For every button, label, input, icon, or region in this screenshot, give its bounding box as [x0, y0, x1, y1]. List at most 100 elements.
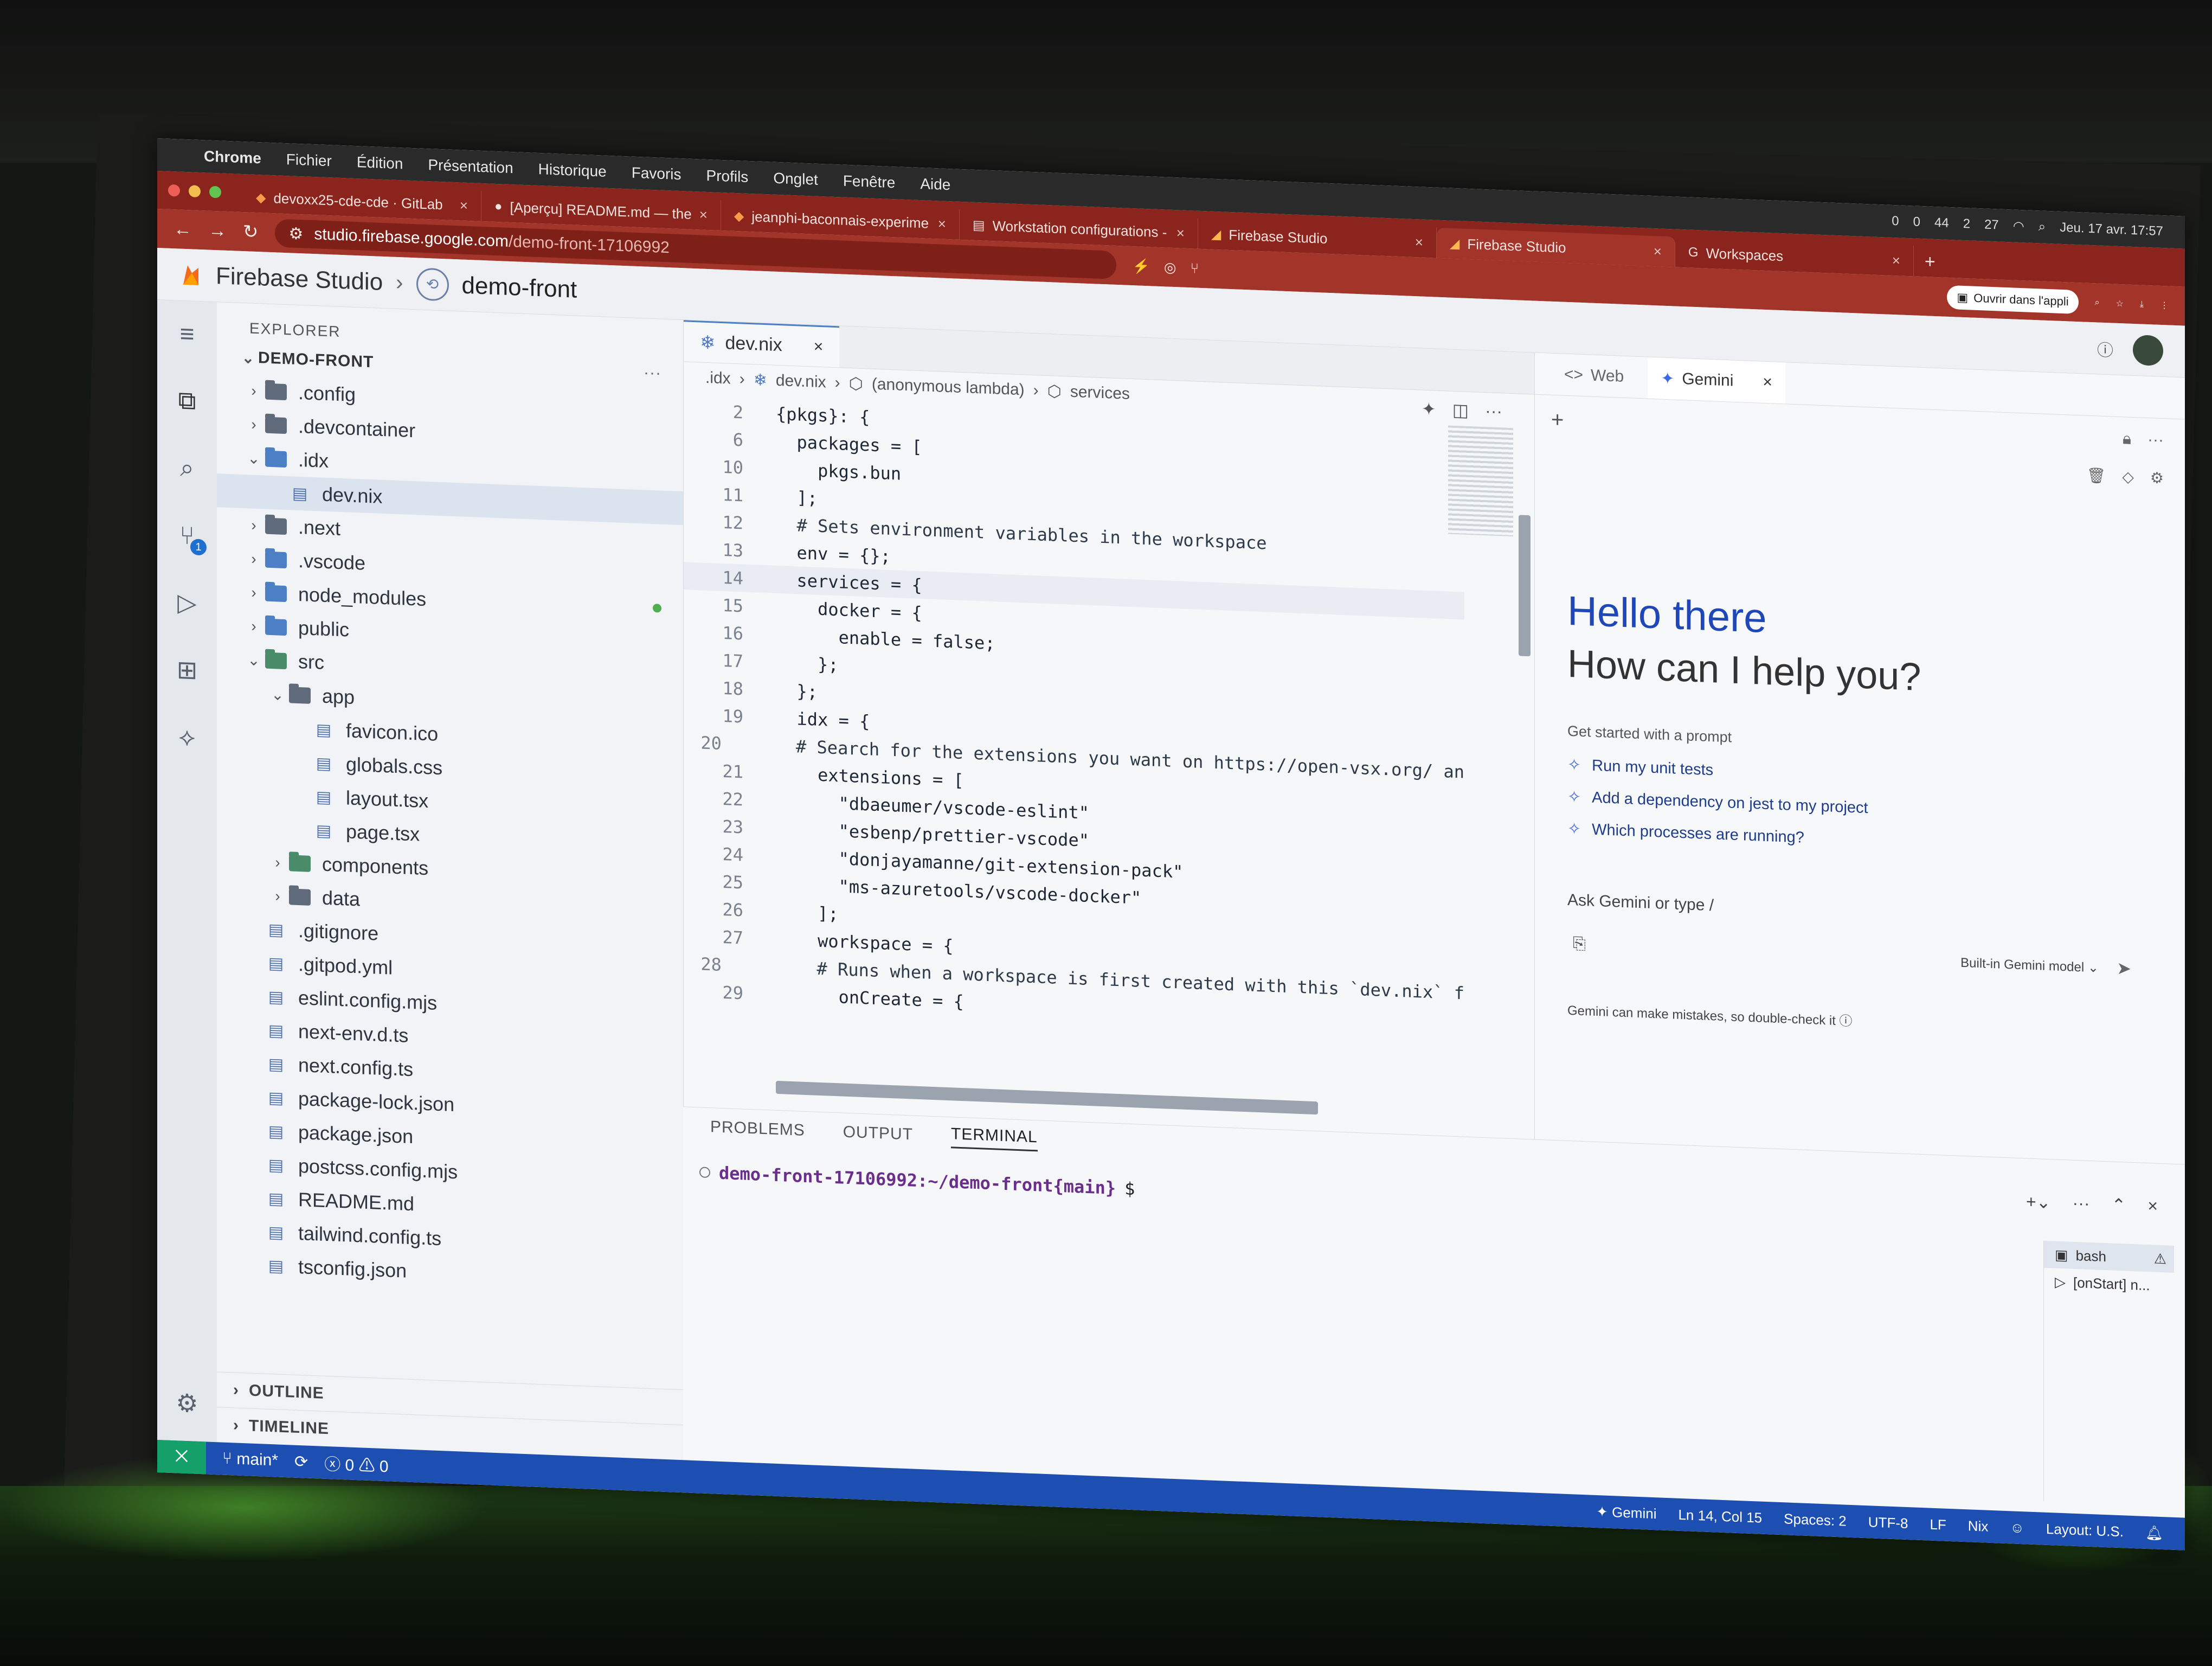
tab-problems[interactable]: PROBLEMS [710, 1118, 805, 1140]
menu-item-onglet[interactable]: Onglet [773, 170, 818, 189]
breadcrumb-item[interactable]: .idx [705, 369, 731, 388]
breadcrumb-item[interactable]: (anonymous lambda) [872, 375, 1025, 400]
indicator-4[interactable]: 27 [1984, 217, 1999, 233]
prompt-suggestion[interactable]: ✧ Which processes are running? [1567, 819, 1868, 850]
encoding[interactable]: UTF-8 [1868, 1514, 1908, 1532]
back-icon[interactable]: ← [173, 219, 192, 240]
menu-app-name[interactable]: Chrome [204, 148, 261, 167]
kebab-menu-icon[interactable]: ⋮ [2160, 300, 2169, 311]
zoom-window-button[interactable] [209, 185, 221, 198]
menu-item-favoris[interactable]: Favoris [632, 164, 681, 184]
extension-icon[interactable]: ⑂ [1191, 260, 1199, 277]
app-title[interactable]: Firebase Studio [216, 262, 383, 296]
gemini-input[interactable]: Ask Gemini or type / ⎘ Built-in Gemini m… [1567, 891, 2142, 1005]
lock-icon[interactable]: 🔒︎ [2123, 430, 2131, 448]
more-actions-icon[interactable]: ··· [2073, 1193, 2090, 1214]
indicator-1[interactable]: 0 [1913, 214, 1920, 230]
indicator-2[interactable]: 44 [1934, 215, 1949, 231]
menu-item-profils[interactable]: Profils [706, 167, 749, 186]
run-debug-icon[interactable]: ▷ [171, 586, 203, 619]
more-actions-icon[interactable]: ··· [1485, 401, 1502, 422]
close-icon[interactable]: × [699, 206, 708, 223]
bookmark-star-icon[interactable]: ☆ [2116, 298, 2124, 310]
maximize-panel-icon[interactable]: ⌃ [2112, 1194, 2126, 1215]
editor-tab-dev-nix[interactable]: ❄ dev.nix × [684, 320, 840, 368]
send-icon[interactable]: ➤ [2117, 958, 2131, 979]
tab-web[interactable]: <> Web [1551, 354, 1637, 398]
close-icon[interactable]: × [1763, 373, 1772, 392]
menu-item-fenetre[interactable]: Fenêtre [843, 172, 896, 192]
project-name[interactable]: demo-front [462, 272, 577, 303]
problems-indicator[interactable]: ⓧ 0 ⚠ 0 [324, 1451, 388, 1477]
reload-icon[interactable]: ↻ [243, 221, 259, 243]
menu-item-edition[interactable]: Édition [357, 153, 403, 172]
close-window-button[interactable] [168, 184, 180, 197]
info-icon[interactable]: ⓘ [1840, 1014, 1853, 1029]
branch-indicator[interactable]: ⑂ main* [222, 1450, 278, 1470]
close-icon[interactable]: × [938, 215, 946, 233]
prompt-suggestion[interactable]: ✧ Add a dependency on jest to my project [1567, 787, 1868, 818]
new-tab-button[interactable]: + [1914, 246, 1946, 277]
menu-item-presentation[interactable]: Présentation [428, 156, 513, 177]
gemini-input-placeholder[interactable]: Ask Gemini or type / [1567, 891, 1714, 914]
vertical-scrollbar[interactable] [1519, 515, 1531, 657]
forward-icon[interactable]: → [208, 220, 227, 241]
search-icon[interactable]: ⌕ [2039, 219, 2046, 235]
close-icon[interactable]: × [2147, 1196, 2158, 1217]
terminal-prompt-line[interactable]: demo-front-17106992:~/demo-front{main} $ [699, 1162, 1135, 1199]
tab-terminal[interactable]: TERMINAL [951, 1124, 1038, 1151]
menubar-clock[interactable]: Jeu. 17 avr. 17:57 [2060, 220, 2163, 239]
tab-gemini[interactable]: ✦ Gemini × [1648, 357, 1785, 404]
model-selector[interactable]: Built-in Gemini model ⌄ [1960, 955, 2099, 976]
site-settings-icon[interactable]: ⚙ [289, 224, 304, 244]
trash-icon[interactable]: 🗑︎ [2087, 466, 2106, 485]
menu-item-aide[interactable]: Aide [920, 175, 950, 194]
code-lines[interactable]: 2 {pkgs}: {6 packages = [10 pkgs.bun 11 ];… [684, 396, 1464, 1034]
sync-icon[interactable]: ⟳ [294, 1452, 308, 1471]
attach-icon[interactable]: ⎘ [1573, 934, 1586, 953]
extensions-icon[interactable]: ⊞ [171, 653, 203, 687]
indentation[interactable]: Spaces: 2 [1784, 1510, 1847, 1529]
firebase-icon[interactable]: ⟡ [171, 720, 203, 754]
minimap[interactable] [1448, 425, 1513, 537]
explorer-icon[interactable]: ⧉ [171, 384, 203, 418]
bell-icon[interactable]: 🔔︎ [2145, 1524, 2163, 1541]
close-icon[interactable]: × [1415, 234, 1423, 251]
source-control-icon[interactable]: ⑂ 1 [171, 518, 207, 556]
menu-item-historique[interactable]: Historique [538, 161, 607, 181]
indicator-0[interactable]: 0 [1892, 213, 1899, 229]
language-mode[interactable]: Nix [1968, 1517, 1989, 1535]
download-icon[interactable]: ⤓ [2140, 299, 2144, 309]
close-icon[interactable]: × [1892, 252, 1900, 269]
remote-indicator-icon[interactable]: ⨉ [157, 1440, 206, 1475]
close-icon[interactable]: × [1176, 225, 1185, 242]
breadcrumb-item[interactable]: dev.nix [776, 371, 826, 392]
breadcrumb-item[interactable]: services [1070, 383, 1130, 403]
tab-output[interactable]: OUTPUT [843, 1123, 913, 1144]
prompt-suggestion[interactable]: ✧ Run my unit tests [1567, 755, 1868, 786]
extension-icon[interactable]: ⚡ [1133, 258, 1150, 275]
new-terminal-icon[interactable]: +⌄ [2026, 1191, 2051, 1213]
close-icon[interactable]: × [460, 197, 468, 214]
search-icon[interactable]: ⌕ [171, 451, 203, 485]
keyboard-layout[interactable]: Layout: U.S. [2046, 1520, 2124, 1540]
zoom-icon[interactable]: ⌕ [2095, 298, 2100, 307]
close-icon[interactable]: × [814, 337, 824, 356]
sparkle-icon[interactable]: ✦ [1422, 399, 1436, 420]
help-icon[interactable]: ⓘ [2097, 336, 2113, 361]
indicator-3[interactable]: 2 [1963, 216, 1970, 232]
terminal-item[interactable]: ▷ [onStart] n... [2044, 1268, 2174, 1300]
gear-icon[interactable]: ⚙ [2150, 469, 2164, 487]
cursor-position[interactable]: Ln 14, Col 15 [1678, 1506, 1762, 1526]
end-of-line[interactable]: LF [1930, 1516, 1946, 1533]
minimize-window-button[interactable] [189, 185, 201, 198]
menu-icon[interactable]: ≡ [171, 317, 203, 350]
new-chat-button[interactable]: + [1551, 408, 1564, 433]
more-actions-icon[interactable]: ··· [2147, 431, 2164, 450]
horizontal-scrollbar[interactable] [776, 1080, 1318, 1115]
eraser-icon[interactable]: ◇ [2122, 467, 2134, 486]
split-editor-icon[interactable]: ◫ [1452, 400, 1469, 421]
open-in-app-button[interactable]: ▣ Ouvrir dans l'appli [1947, 285, 2079, 315]
avatar[interactable] [2133, 334, 2163, 366]
menu-item-fichier[interactable]: Fichier [286, 151, 332, 170]
